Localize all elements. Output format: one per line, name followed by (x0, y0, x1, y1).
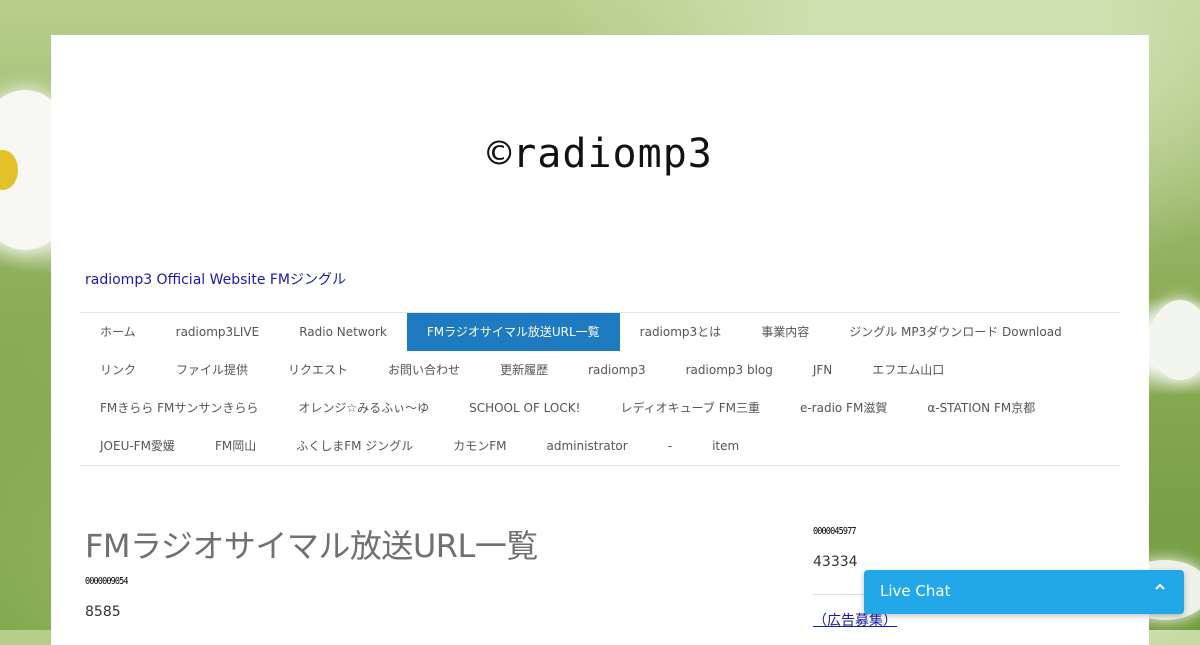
nav-item[interactable]: FM岡山 (195, 427, 276, 465)
nav-item[interactable]: 事業内容 (741, 313, 829, 351)
nav-item[interactable]: SCHOOL OF LOCK! (449, 389, 600, 427)
nav-item[interactable]: - (648, 427, 692, 465)
nav-item[interactable]: ジングル MP3ダウンロード Download (829, 313, 1082, 351)
nav-item[interactable]: administrator (527, 427, 648, 465)
nav-item[interactable]: FMきらら FMサンサンきらら (80, 389, 278, 427)
live-chat-widget[interactable]: Live Chat (864, 570, 1184, 614)
chevron-up-icon[interactable] (1150, 580, 1170, 600)
site-tagline[interactable]: radiomp3 Official Website FMジングル (85, 269, 346, 289)
access-counter-image: 0000009054 (85, 576, 129, 587)
nav-item[interactable]: item (692, 427, 759, 465)
live-chat-label: Live Chat (880, 582, 951, 600)
access-count: 8585 (85, 604, 121, 620)
nav-item[interactable]: α-STATION FM京都 (907, 389, 1055, 427)
nav-item[interactable]: ふくしまFM ジングル (276, 427, 433, 465)
nav-item[interactable]: ホーム (80, 313, 156, 351)
site-logo[interactable]: ©radiomp3 (51, 131, 1149, 177)
nav-item[interactable]: radiomp3 (568, 351, 666, 389)
nav-item[interactable]: JOEU-FM愛媛 (80, 427, 195, 465)
sidebar-counter-image: 0000045977 (813, 526, 857, 537)
nav-item[interactable]: エフエム山口 (852, 351, 964, 389)
nav-item[interactable]: radiomp3LIVE (156, 313, 280, 351)
nav-item[interactable]: 更新履歴 (480, 351, 568, 389)
sidebar-count: 43334 (813, 554, 858, 570)
nav-item[interactable]: ファイル提供 (156, 351, 268, 389)
nav-item[interactable]: radiomp3 blog (666, 351, 793, 389)
nav-item[interactable]: カモンFM (433, 427, 526, 465)
nav-item[interactable]: リンク (80, 351, 156, 389)
background-daisy-right (1150, 300, 1200, 380)
nav-item[interactable]: リクエスト (268, 351, 368, 389)
page-title: FMラジオサイマル放送URL一覧 (85, 527, 538, 565)
page-container: ©radiomp3 radiomp3 Official Website FMジン… (51, 35, 1149, 645)
nav-item[interactable]: レディオキューブ FM三重 (600, 389, 780, 427)
main-navigation: ホーム radiomp3LIVE Radio Network FMラジオサイマル放送U… (80, 312, 1120, 466)
nav-item[interactable]: JFN (793, 351, 852, 389)
nav-item[interactable]: Radio Network (279, 313, 407, 351)
nav-item[interactable]: radiomp3とは (620, 313, 742, 351)
nav-item[interactable]: お問い合わせ (368, 351, 480, 389)
nav-item[interactable]: FMラジオサイマル放送URL一覧 (406, 313, 620, 351)
nav-item[interactable]: オレンジ☆みるふぃ～ゆ (278, 389, 449, 427)
nav-item[interactable]: e-radio FM滋賀 (780, 389, 907, 427)
